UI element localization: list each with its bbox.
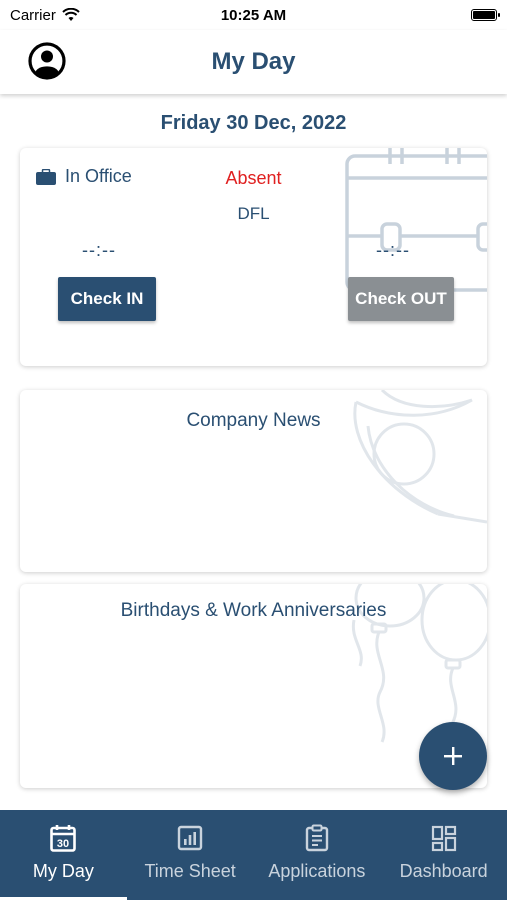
clipboard-icon (305, 824, 329, 852)
nav-item-time-sheet[interactable]: Time Sheet (127, 810, 254, 900)
wifi-icon (62, 8, 80, 21)
check-out-time: --:-- (376, 240, 410, 260)
nav-item-dashboard[interactable]: Dashboard (380, 810, 507, 900)
check-out-button[interactable]: Check OUT (348, 277, 454, 321)
birthdays-card[interactable]: Birthdays & Work Anniversaries (20, 584, 487, 788)
nav-item-applications[interactable]: Applications (254, 810, 381, 900)
plus-icon (444, 747, 462, 765)
status-left: Carrier (10, 7, 80, 24)
dashboard-icon (431, 825, 456, 852)
user-avatar-icon (28, 42, 66, 80)
profile-button[interactable] (28, 42, 66, 80)
attendance-card: In Office Absent DFL --:-- --:-- Check I… (20, 148, 487, 366)
battery-icon (471, 9, 500, 21)
nav-label-applications: Applications (268, 861, 366, 881)
attendance-status: Absent (225, 168, 282, 188)
birthdays-title: Birthdays & Work Anniversaries (120, 600, 387, 621)
nav-label-time-sheet: Time Sheet (144, 861, 236, 881)
check-in-time: --:-- (82, 240, 116, 260)
add-fab-button[interactable] (419, 722, 487, 790)
calendar-icon: 30 (50, 825, 77, 852)
calendar-day-number: 30 (57, 838, 69, 850)
company-news-card[interactable]: Company News (20, 390, 487, 572)
bottom-nav: 30 My Day Time Sheet Applications Dashbo… (0, 810, 507, 900)
carrier-label: Carrier (10, 6, 56, 24)
nav-label-dashboard: Dashboard (399, 861, 488, 881)
page-title: My Day (211, 48, 296, 75)
nav-label-my-day: My Day (32, 861, 94, 881)
check-in-button[interactable]: Check IN (58, 277, 156, 321)
current-date: Friday 30 Dec, 2022 (160, 112, 347, 134)
chart-icon (177, 825, 203, 851)
company-news-title: Company News (186, 410, 321, 431)
shift-code: DFL (237, 204, 270, 223)
status-bar: Carrier 10:25 AM (0, 0, 507, 30)
app-header: My Day (0, 30, 507, 94)
nav-item-my-day[interactable]: 30 My Day (0, 810, 127, 900)
